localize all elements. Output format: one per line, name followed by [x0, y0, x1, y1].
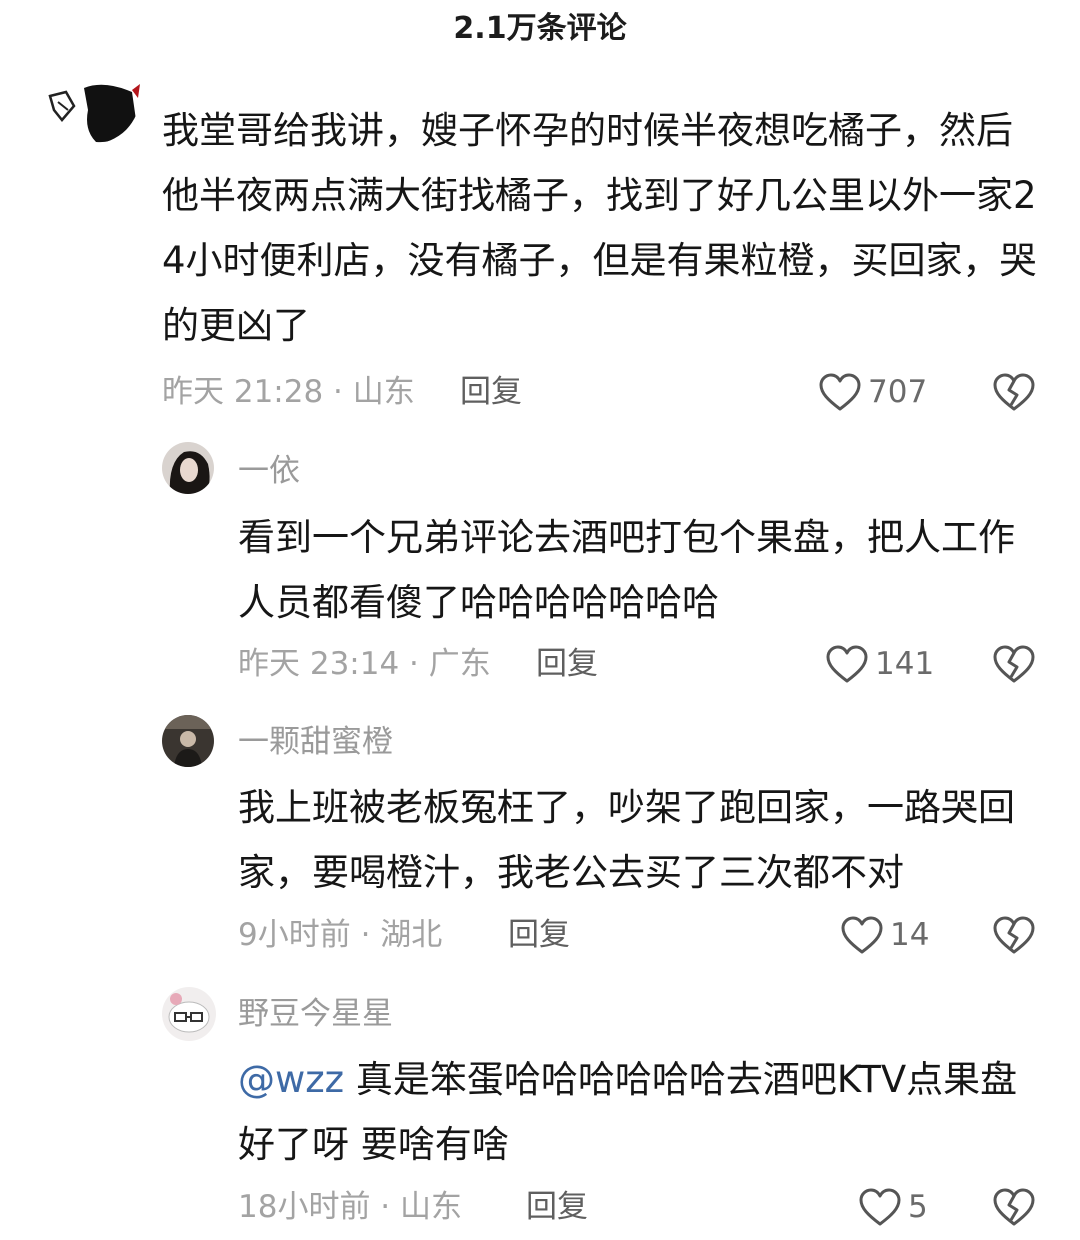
dislike-button[interactable] [992, 371, 1036, 413]
like-count: 141 [875, 646, 935, 682]
avatar[interactable] [162, 715, 214, 767]
dislike-button[interactable] [992, 643, 1036, 685]
heart-outline-icon [826, 645, 868, 683]
avatar[interactable] [44, 80, 140, 144]
like-button[interactable]: 14 [840, 913, 929, 957]
comment-text: 我堂哥给我讲，嫂子怀孕的时候半夜想吃橘子，然后他半夜两点满大街找橘子，找到了好几… [162, 109, 1037, 347]
broken-heart-icon [993, 1188, 1035, 1226]
reply-button[interactable]: 回复 [460, 372, 522, 412]
broken-heart-icon [993, 645, 1035, 683]
avatar[interactable] [162, 987, 216, 1041]
reply-meta: 9小时前 · 湖北 [238, 917, 443, 953]
mention-link[interactable]: @wzz [238, 1058, 344, 1101]
comments-count-title: 2.1万条评论 [453, 11, 627, 46]
reply-meta: 昨天 23:14 · 广东 [238, 646, 491, 682]
reply-username[interactable]: 一颗甜蜜橙 [238, 722, 393, 762]
dislike-button[interactable] [992, 914, 1036, 956]
reply-text: 我上班被老板冤枉了，吵架了跑回家，一路哭回家，要喝橙汁，我老公去买了三次都不对 [238, 786, 1015, 894]
comment-meta: 昨天 21:28 · 山东 [162, 374, 415, 410]
heart-outline-icon [841, 916, 883, 954]
dislike-button[interactable] [992, 1186, 1036, 1228]
reply-username[interactable]: 一依 [238, 451, 300, 491]
reply-text: @wzz 真是笨蛋哈哈哈哈哈哈去酒吧KTV点果盘好了呀 要啥有啥 [238, 1047, 1038, 1177]
heart-outline-icon [819, 373, 861, 411]
like-count: 14 [890, 917, 930, 953]
reply-button[interactable]: 回复 [536, 644, 598, 684]
heart-outline-icon [859, 1188, 901, 1226]
like-button[interactable]: 5 [858, 1185, 928, 1229]
reply-text: 看到一个兄弟评论去酒吧打包个果盘，把人工作人员都看傻了哈哈哈哈哈哈哈 [238, 516, 1015, 624]
like-count: 707 [868, 374, 928, 410]
broken-heart-icon [993, 373, 1035, 411]
broken-heart-icon [993, 916, 1035, 954]
avatar[interactable] [162, 442, 214, 494]
reply-meta: 18小时前 · 山东 [238, 1189, 463, 1225]
reply-button[interactable]: 回复 [526, 1187, 588, 1227]
reply-button[interactable]: 回复 [508, 915, 570, 955]
like-count: 5 [908, 1189, 928, 1225]
like-button[interactable]: 707 [818, 370, 927, 414]
reply-text-body: 真是笨蛋哈哈哈哈哈哈去酒吧KTV点果盘好了呀 要啥有啥 [238, 1058, 1018, 1166]
like-button[interactable]: 141 [825, 642, 934, 686]
reply-username[interactable]: 野豆今星星 [238, 994, 393, 1034]
